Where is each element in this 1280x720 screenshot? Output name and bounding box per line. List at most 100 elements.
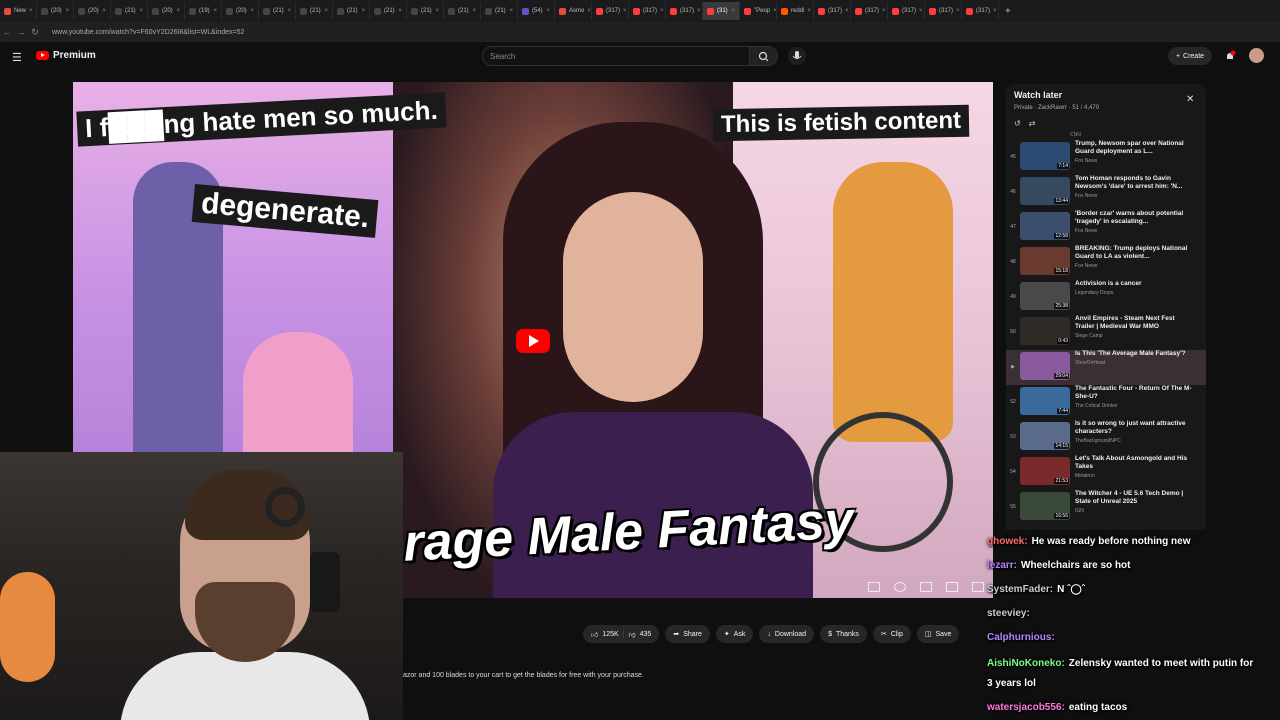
- tab-close-icon[interactable]: ×: [882, 8, 886, 14]
- playlist-item[interactable]: ▶ 29:04 Is This 'The Average Male Fantasy'…: [1006, 350, 1206, 385]
- tab-close-icon[interactable]: ×: [731, 8, 735, 14]
- playlist-item[interactable]: 48 15:18 BREAKING: Trump deploys National …: [1006, 245, 1206, 280]
- browser-tab[interactable]: (21) ×: [111, 2, 148, 20]
- play-button[interactable]: [516, 329, 550, 353]
- playlist-item-thumbnail[interactable]: 29:04: [1020, 352, 1070, 380]
- captions-icon[interactable]: [868, 582, 880, 592]
- playlist-item[interactable]: 55 16:56 The Witcher 4 - UE 5.6 Tech Demo …: [1006, 490, 1206, 525]
- playlist-item-title[interactable]: Activision is a cancer: [1075, 280, 1193, 288]
- forward-icon[interactable]: →: [14, 27, 28, 37]
- browser-tab[interactable]: (21) ×: [481, 2, 518, 20]
- browser-tab[interactable]: (317) ×: [592, 2, 629, 20]
- search-input[interactable]: Search: [482, 46, 750, 66]
- playlist-item-thumbnail[interactable]: 25:38: [1020, 282, 1070, 310]
- url-text[interactable]: www.youtube.com/watch?v=F60vY2D26I8&list…: [52, 29, 244, 36]
- browser-tab[interactable]: (317) ×: [962, 2, 999, 20]
- browser-tab[interactable]: (54) ×: [518, 2, 555, 20]
- save-button[interactable]: ◫ Save: [916, 625, 960, 643]
- settings-gear-icon[interactable]: [894, 582, 906, 592]
- playlist-item[interactable]: 54 21:53 Let's Talk About Asmongold and Hi…: [1006, 455, 1206, 490]
- notifications-bell-icon[interactable]: [1224, 49, 1236, 61]
- browser-tab[interactable]: (19) ×: [185, 2, 222, 20]
- thanks-button[interactable]: $ Thanks: [820, 625, 867, 643]
- miniplayer-icon[interactable]: [920, 582, 932, 592]
- like-count[interactable]: 125K: [602, 631, 618, 638]
- playlist-item-thumbnail[interactable]: 14:15: [1020, 422, 1070, 450]
- playlist-title[interactable]: Watch later: [1014, 90, 1062, 100]
- browser-tab[interactable]: Asmo ×: [555, 2, 592, 20]
- playlist-item-thumbnail[interactable]: 21:53: [1020, 457, 1070, 485]
- tab-close-icon[interactable]: ×: [398, 8, 402, 14]
- browser-tab[interactable]: (317) ×: [925, 2, 962, 20]
- reload-icon[interactable]: ↻: [28, 27, 42, 38]
- theater-mode-icon[interactable]: [946, 582, 958, 592]
- new-tab-icon[interactable]: +: [1005, 6, 1011, 17]
- tab-close-icon[interactable]: ×: [139, 8, 143, 14]
- browser-tab[interactable]: (31) ×: [703, 2, 740, 20]
- tab-close-icon[interactable]: ×: [845, 8, 849, 14]
- tab-close-icon[interactable]: ×: [250, 8, 254, 14]
- playlist-item-title[interactable]: Let's Talk About Asmongold and His Takes: [1075, 455, 1193, 471]
- browser-tab[interactable]: "Peop ×: [740, 2, 777, 20]
- tab-close-icon[interactable]: ×: [660, 8, 664, 14]
- playlist-item-title[interactable]: The Witcher 4 - UE 5.6 Tech Demo | State…: [1075, 490, 1193, 506]
- browser-tab[interactable]: (21) ×: [333, 2, 370, 20]
- playlist-item-thumbnail[interactable]: 16:56: [1020, 492, 1070, 520]
- tab-close-icon[interactable]: ×: [65, 8, 69, 14]
- browser-tab[interactable]: (20) ×: [148, 2, 185, 20]
- browser-tab[interactable]: (20) ×: [222, 2, 259, 20]
- browser-tab[interactable]: (21) ×: [444, 2, 481, 20]
- tab-close-icon[interactable]: ×: [29, 8, 33, 14]
- tab-close-icon[interactable]: ×: [176, 8, 180, 14]
- menu-icon[interactable]: ☰: [12, 51, 22, 64]
- thumbs-up-icon[interactable]: 👍︎: [591, 630, 598, 639]
- playlist-item-title[interactable]: The Fantastic Four - Return Of The M-She…: [1075, 385, 1193, 401]
- browser-tab[interactable]: (21) ×: [259, 2, 296, 20]
- tab-close-icon[interactable]: ×: [435, 8, 439, 14]
- tab-close-icon[interactable]: ×: [587, 8, 591, 14]
- playlist-item-thumbnail[interactable]: 15:18: [1020, 247, 1070, 275]
- browser-tab[interactable]: reddi ×: [777, 2, 814, 20]
- youtube-logo[interactable]: Premium: [36, 50, 96, 61]
- video-description[interactable]: azor and 100 blades to your cart to get …: [403, 672, 644, 679]
- ask-button[interactable]: ✦ Ask: [715, 625, 754, 643]
- browser-tab[interactable]: (317) ×: [814, 2, 851, 20]
- playlist-item-title[interactable]: Trump, Newsom spar over National Guard d…: [1075, 140, 1193, 156]
- avatar[interactable]: [1249, 48, 1264, 63]
- playlist-item-title[interactable]: Tom Homan responds to Gavin Newsom's 'da…: [1075, 175, 1193, 191]
- create-button[interactable]: + Create: [1168, 47, 1212, 65]
- browser-tab[interactable]: (317) ×: [888, 2, 925, 20]
- playlist-item-thumbnail[interactable]: 7:14: [1020, 142, 1070, 170]
- tab-close-icon[interactable]: ×: [287, 8, 291, 14]
- playlist-item[interactable]: 50 0:43 Anvil Empires - Steam Next Fest Tr…: [1006, 315, 1206, 350]
- share-button[interactable]: ➦ Share: [665, 625, 710, 643]
- tab-close-icon[interactable]: ×: [361, 8, 365, 14]
- clip-button[interactable]: ✂ Clip: [872, 625, 911, 643]
- playlist-item-thumbnail[interactable]: 7:44: [1020, 387, 1070, 415]
- loop-icon[interactable]: ↺: [1014, 119, 1021, 128]
- playlist-item-thumbnail[interactable]: 12:58: [1020, 212, 1070, 240]
- thumbs-down-icon[interactable]: 👎︎: [629, 630, 636, 639]
- back-icon[interactable]: ←: [0, 27, 14, 37]
- search-button[interactable]: [750, 46, 778, 66]
- playlist-item-thumbnail[interactable]: 0:43: [1020, 317, 1070, 345]
- playlist-item[interactable]: 45 7:14 Trump, Newsom spar over National G…: [1006, 140, 1206, 175]
- playlist-item[interactable]: 47 12:58 'Border czar' warns about potenti…: [1006, 210, 1206, 245]
- browser-tab[interactable]: (21) ×: [370, 2, 407, 20]
- tab-close-icon[interactable]: ×: [509, 8, 513, 14]
- shuffle-icon[interactable]: ⇄: [1029, 119, 1036, 128]
- browser-tab[interactable]: (317) ×: [629, 2, 666, 20]
- browser-tab[interactable]: (20) ×: [74, 2, 111, 20]
- browser-tab[interactable]: (21) ×: [407, 2, 444, 20]
- voice-search-button[interactable]: [788, 47, 806, 65]
- address-bar[interactable]: ← → ↻ www.youtube.com/watch?v=F60vY2D26I…: [0, 22, 1280, 42]
- playlist-item[interactable]: 49 25:38 Activision is a cancer Legendary D…: [1006, 280, 1206, 315]
- browser-tab[interactable]: (20) ×: [37, 2, 74, 20]
- browser-tab[interactable]: (21) ×: [296, 2, 333, 20]
- playlist-item[interactable]: 46 13:44 Tom Homan responds to Gavin Newso…: [1006, 175, 1206, 210]
- browser-tab[interactable]: New ×: [0, 2, 37, 20]
- playlist-item-thumbnail[interactable]: 13:44: [1020, 177, 1070, 205]
- tab-close-icon[interactable]: ×: [993, 8, 997, 14]
- tab-close-icon[interactable]: ×: [623, 8, 627, 14]
- tab-close-icon[interactable]: ×: [919, 8, 923, 14]
